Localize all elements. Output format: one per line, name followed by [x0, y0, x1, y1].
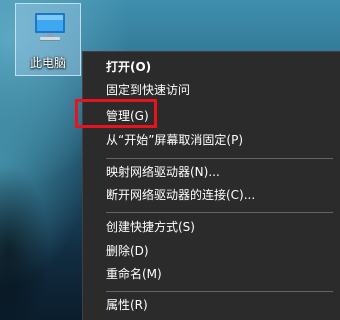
menu-separator: [106, 158, 333, 159]
menu-item-pin-quick-access[interactable]: 固定到快速访问: [83, 79, 340, 102]
menu-item-manage[interactable]: 管理(G): [83, 105, 340, 128]
menu-item-delete[interactable]: 删除(D): [83, 240, 340, 263]
menu-item-properties[interactable]: 属性(R): [83, 294, 340, 317]
menu-item-rename[interactable]: 重命名(M): [83, 263, 340, 286]
menu-item-disconnect-network-drive[interactable]: 断开网络驱动器的连接(C)...: [83, 184, 340, 207]
menu-item-open[interactable]: 打开(O): [83, 56, 340, 79]
desktop-icon-label: 此电脑: [29, 56, 66, 70]
menu-item-map-network-drive[interactable]: 映射网络驱动器(N)...: [83, 161, 340, 184]
this-pc-icon: [35, 13, 65, 41]
menu-separator: [106, 212, 333, 213]
desktop-icon-this-pc[interactable]: 此电脑: [15, 3, 81, 76]
menu-item-unpin-start[interactable]: 从“开始”屏幕取消固定(P): [83, 129, 340, 152]
context-menu: 打开(O) 固定到快速访问 管理(G) 从“开始”屏幕取消固定(P) 映射网络驱…: [82, 51, 340, 320]
menu-separator: [106, 291, 333, 292]
menu-item-create-shortcut[interactable]: 创建快捷方式(S): [83, 216, 340, 239]
